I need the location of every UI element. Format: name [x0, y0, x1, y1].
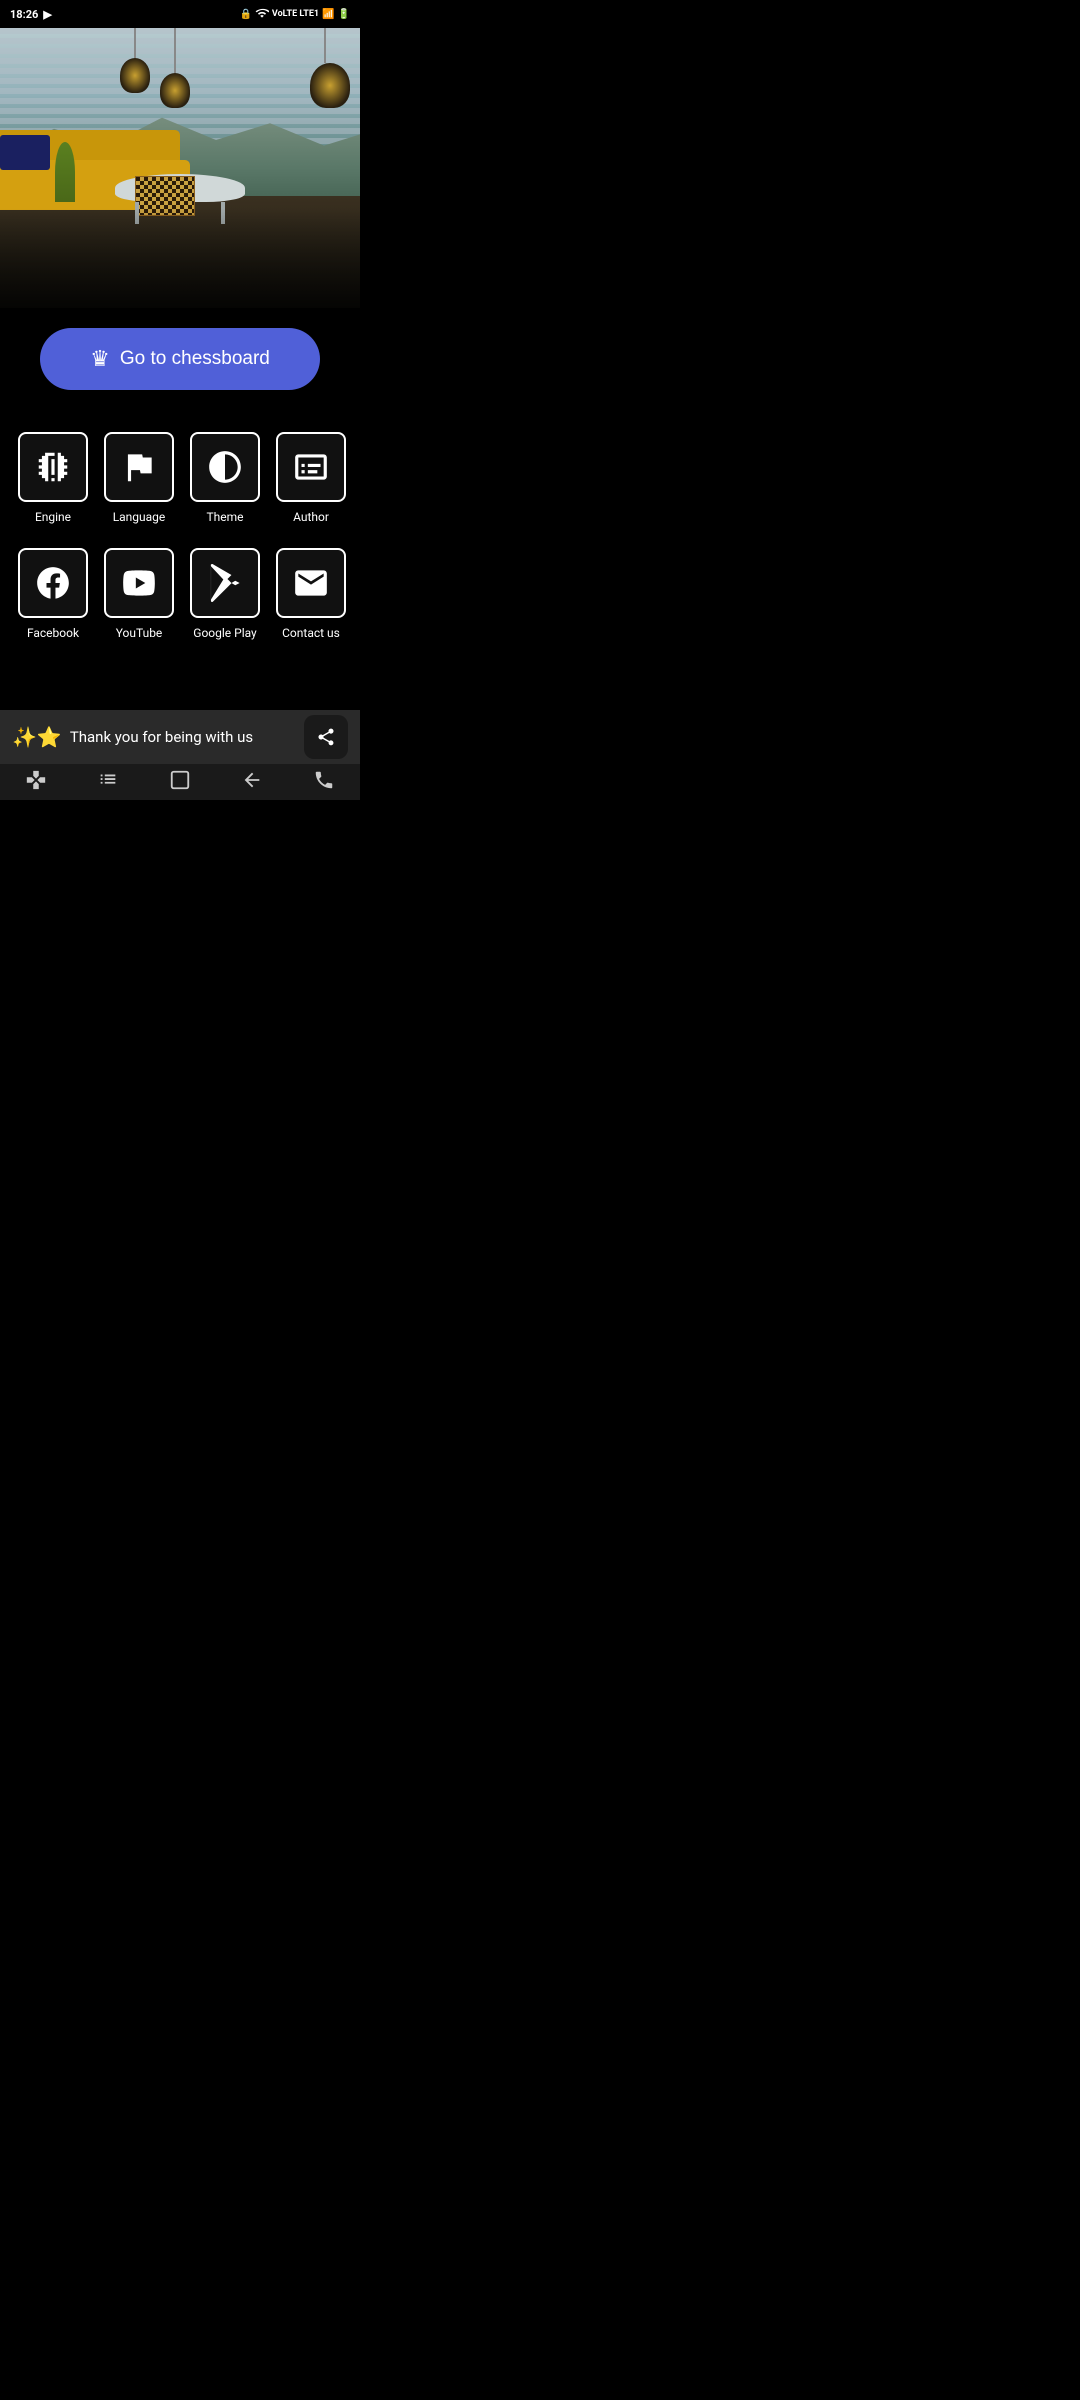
- facebook-label: Facebook: [27, 626, 79, 640]
- ceiling-lamp-3: [310, 28, 340, 108]
- menu-item-youtube[interactable]: YouTube: [96, 536, 182, 652]
- flag-icon: [120, 448, 158, 486]
- nav-bar: [0, 764, 360, 800]
- wifi-icon: [255, 6, 269, 23]
- menu-item-google-play[interactable]: Google Play: [182, 536, 268, 652]
- menu-icon-grid: Engine Language Theme: [0, 420, 360, 652]
- share-icon: [316, 727, 336, 747]
- theme-icon: [206, 448, 244, 486]
- chess-queen-icon: ♛: [90, 346, 110, 372]
- go-to-chessboard-button[interactable]: ♛ Go to chessboard: [40, 328, 320, 390]
- ceiling-lamp-2: [160, 28, 190, 108]
- menu-item-contact-us[interactable]: Contact us: [268, 536, 354, 652]
- menu-item-author[interactable]: Author: [268, 420, 354, 536]
- engine-icon-box: [18, 432, 88, 502]
- contact-us-label: Contact us: [282, 626, 340, 640]
- ceiling-lamp-1: [120, 28, 150, 93]
- phone-nav[interactable]: [313, 769, 335, 795]
- game-controller-nav[interactable]: [25, 769, 47, 795]
- google-play-icon-box: [190, 548, 260, 618]
- youtube-label: YouTube: [116, 626, 163, 640]
- status-bar: 18:26 ▶ 🔒 VoLTE LTE1 📶 🔋: [0, 0, 360, 28]
- facebook-icon: [34, 564, 72, 602]
- language-label: Language: [113, 510, 166, 524]
- recents-nav[interactable]: [97, 769, 119, 795]
- menu-item-facebook[interactable]: Facebook: [10, 536, 96, 652]
- bottom-bar: ✨⭐ Thank you for being with us: [0, 710, 360, 764]
- contact-us-icon-box: [276, 548, 346, 618]
- home-nav[interactable]: [169, 769, 191, 795]
- chessboard-button-label: Go to chessboard: [120, 348, 270, 370]
- battery-icon: 🔋: [338, 9, 350, 20]
- share-button[interactable]: [304, 715, 348, 759]
- time-display: 18:26: [10, 8, 38, 21]
- author-icon-box: [276, 432, 346, 502]
- status-left: 18:26 ▶: [10, 8, 52, 21]
- menu-item-language[interactable]: Language: [96, 420, 182, 536]
- signal-icon: 📶: [322, 9, 334, 20]
- engine-label: Engine: [35, 510, 71, 524]
- lte-text: VoLTE LTE1: [272, 9, 319, 19]
- language-icon-box: [104, 432, 174, 502]
- status-right: 🔒 VoLTE LTE1 📶 🔋: [239, 6, 350, 23]
- back-nav[interactable]: [241, 769, 263, 795]
- living-room-scene: [0, 28, 360, 308]
- google-play-icon: [206, 564, 244, 602]
- envelope-icon: [292, 564, 330, 602]
- youtube-icon: ▶: [43, 8, 51, 21]
- facebook-icon-box: [18, 548, 88, 618]
- id-card-icon: [292, 448, 330, 486]
- sim-icon: 🔒: [239, 9, 251, 20]
- hero-image: [0, 28, 360, 308]
- theme-label: Theme: [206, 510, 243, 524]
- thank-you-text: Thank you for being with us: [70, 728, 304, 746]
- plant: [55, 142, 75, 202]
- main-content: ♛ Go to chessboard Engine Language: [0, 308, 360, 710]
- author-label: Author: [293, 510, 329, 524]
- menu-item-theme[interactable]: Theme: [182, 420, 268, 536]
- youtube-icon: [120, 564, 158, 602]
- youtube-icon-box: [104, 548, 174, 618]
- cpu-chip-icon: [34, 448, 72, 486]
- google-play-label: Google Play: [193, 626, 256, 640]
- theme-icon-box: [190, 432, 260, 502]
- sparkle-icon: ✨⭐: [12, 725, 62, 749]
- menu-item-engine[interactable]: Engine: [10, 420, 96, 536]
